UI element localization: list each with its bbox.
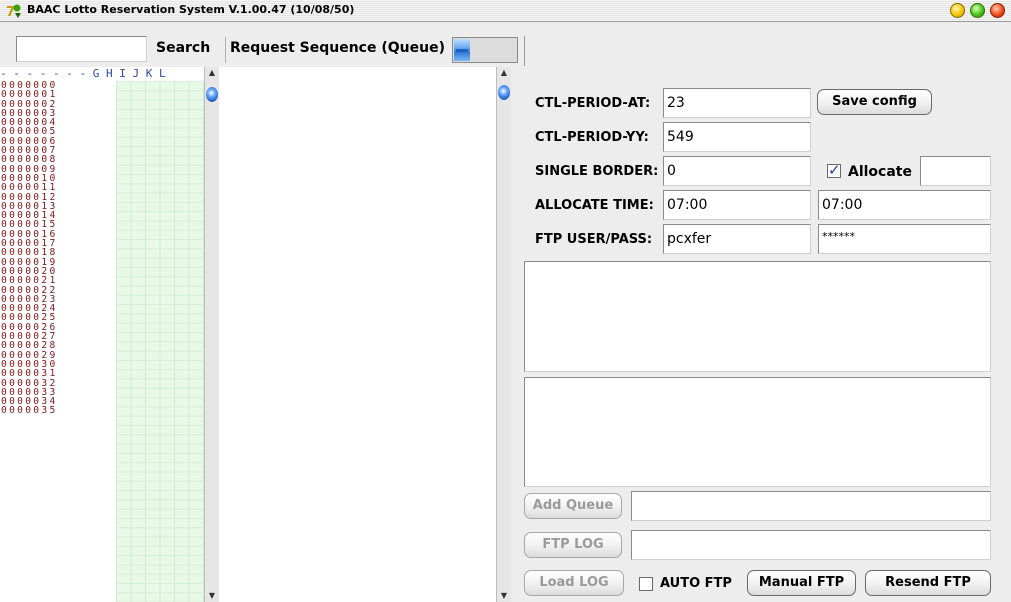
- toolbar-divider: [524, 36, 525, 66]
- scroll-up-arrow-icon[interactable]: ▲: [498, 68, 510, 78]
- scroll-down-arrow-icon[interactable]: ▼: [206, 591, 218, 601]
- ftp-log-button[interactable]: FTP LOG: [524, 532, 622, 558]
- allocate-field[interactable]: [920, 156, 991, 186]
- table-header: - - - - - - - G H I J K L: [0, 67, 166, 80]
- maximize-button[interactable]: [970, 3, 985, 18]
- period-at-field[interactable]: 23: [663, 88, 811, 118]
- ftp-log-field[interactable]: [631, 530, 991, 560]
- table-scrollbar[interactable]: ▲ ▼: [204, 67, 219, 602]
- period-yy-field[interactable]: 549: [663, 122, 811, 152]
- queue-scrollbar[interactable]: ▲ ▼: [496, 67, 511, 602]
- ftp-user-field[interactable]: pcxfer: [663, 224, 811, 254]
- window-title: BAAC Lotto Reservation System V.1.00.47 …: [27, 3, 355, 16]
- search-button[interactable]: Search: [156, 40, 210, 56]
- search-input[interactable]: [16, 36, 147, 62]
- table-row[interactable]: 0000035: [0, 405, 204, 417]
- scroll-thumb[interactable]: [498, 85, 510, 100]
- auto-ftp-checkbox[interactable]: [639, 577, 653, 591]
- single-border-label: SINGLE BORDER:: [535, 164, 659, 179]
- toolbar-separator: [225, 37, 226, 63]
- scroll-up-arrow-icon[interactable]: ▲: [206, 68, 218, 78]
- allocate-time-end-field[interactable]: 07:00: [818, 190, 991, 220]
- add-queue-field[interactable]: [631, 491, 991, 521]
- table-rows: 0000000 0000001 0000002 0000003 0000004 00000…: [0, 81, 204, 416]
- allocate-time-label: ALLOCATE TIME:: [535, 198, 654, 213]
- request-sequence-label: Request Sequence (Queue): [230, 40, 445, 56]
- row-number: 0000035: [1, 405, 58, 417]
- single-border-field[interactable]: 0: [663, 156, 811, 186]
- period-at-label: CTL-PERIOD-AT:: [535, 96, 651, 111]
- minimize-button[interactable]: [950, 3, 965, 18]
- title-bar[interactable]: 7 BAAC Lotto Reservation System V.1.00.4…: [0, 0, 1011, 22]
- manual-ftp-button[interactable]: Manual FTP: [747, 570, 856, 596]
- ftp-password-field[interactable]: ******: [818, 224, 991, 254]
- period-yy-label: CTL-PERIOD-YY:: [535, 130, 649, 145]
- queue-progress-fill: [454, 39, 470, 61]
- queue-progress-bar: [452, 37, 518, 63]
- message-area-top[interactable]: [524, 261, 991, 372]
- message-area-bottom[interactable]: [524, 377, 991, 487]
- app-icon: 7: [6, 4, 21, 19]
- close-button[interactable]: [990, 3, 1005, 18]
- queue-list[interactable]: [220, 67, 496, 602]
- ftp-user-pass-label: FTP USER/PASS:: [535, 232, 653, 247]
- resend-ftp-button[interactable]: Resend FTP: [865, 570, 991, 596]
- allocate-checkbox[interactable]: ✓: [827, 161, 841, 179]
- allocate-label: Allocate: [848, 164, 912, 180]
- lotto-table[interactable]: - - - - - - - G H I J K L 0000000 0000001…: [0, 67, 220, 602]
- load-log-button[interactable]: Load LOG: [524, 570, 624, 596]
- checkmark-icon: ✓: [828, 161, 841, 179]
- add-queue-button[interactable]: Add Queue: [524, 493, 622, 519]
- scroll-thumb[interactable]: [206, 87, 218, 102]
- auto-ftp-label: AUTO FTP: [660, 576, 732, 591]
- save-config-button[interactable]: Save config: [817, 89, 932, 115]
- allocate-time-start-field[interactable]: 07:00: [663, 190, 811, 220]
- scroll-down-arrow-icon[interactable]: ▼: [498, 591, 510, 601]
